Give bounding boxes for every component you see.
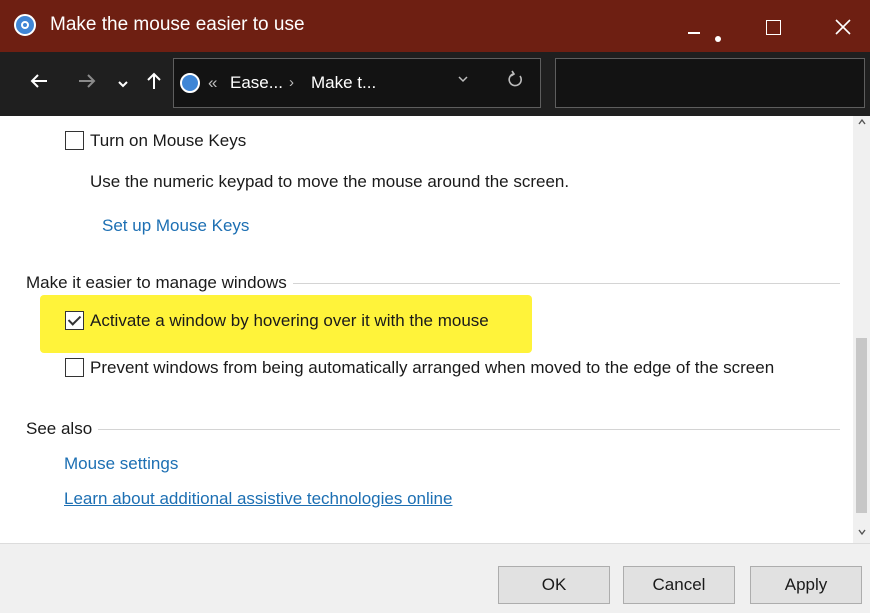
- assistive-tech-link[interactable]: Learn about additional assistive technol…: [64, 489, 452, 509]
- ease-of-access-icon: [180, 73, 200, 93]
- mouse-settings-link[interactable]: Mouse settings: [64, 454, 178, 474]
- recent-locations-button[interactable]: [112, 70, 134, 98]
- maximize-icon: [766, 20, 781, 35]
- apply-button[interactable]: Apply: [750, 566, 862, 604]
- dialog-footer: OK Cancel Apply: [0, 543, 870, 613]
- cancel-button[interactable]: Cancel: [623, 566, 735, 604]
- back-button[interactable]: [24, 70, 54, 98]
- mouse-keys-label[interactable]: Turn on Mouse Keys: [90, 131, 246, 150]
- up-arrow-icon: [147, 72, 161, 89]
- refresh-icon: [508, 70, 522, 87]
- forward-button[interactable]: [72, 70, 102, 98]
- mouse-keys-option[interactable]: Turn on Mouse Keys: [65, 131, 246, 151]
- close-button[interactable]: [806, 0, 870, 52]
- scrollbar-thumb[interactable]: [856, 338, 867, 513]
- divider: [292, 282, 840, 284]
- prevent-arrange-checkbox[interactable]: [65, 358, 84, 377]
- see-also-heading: See also: [26, 419, 840, 439]
- prevent-arrange-option[interactable]: Prevent windows from being automatically…: [65, 358, 774, 378]
- back-arrow-icon: [30, 74, 47, 88]
- search-box[interactable]: [555, 58, 865, 108]
- manage-windows-heading-text: Make it easier to manage windows: [26, 273, 287, 292]
- hover-activate-checkbox[interactable]: [65, 311, 84, 330]
- chevron-down-icon: [458, 76, 468, 83]
- maximize-button[interactable]: [736, 0, 808, 52]
- cursor-dot-icon: [715, 36, 721, 42]
- mouse-keys-checkbox[interactable]: [65, 131, 84, 150]
- breadcrumb-ease[interactable]: Ease...: [230, 73, 283, 93]
- see-also-heading-text: See also: [26, 419, 93, 438]
- ok-button[interactable]: OK: [498, 566, 610, 604]
- scroll-up-button[interactable]: [853, 116, 870, 133]
- window-title: Make the mouse easier to use: [50, 14, 305, 35]
- minimize-icon: [688, 32, 700, 34]
- up-button[interactable]: [142, 70, 166, 98]
- content-panel: Turn on Mouse Keys Use the numeric keypa…: [0, 116, 853, 543]
- refresh-button[interactable]: [506, 70, 524, 95]
- vertical-scrollbar[interactable]: [853, 116, 870, 543]
- prevent-arrange-label[interactable]: Prevent windows from being automatically…: [90, 358, 774, 377]
- hover-activate-label[interactable]: Activate a window by hovering over it wi…: [90, 311, 489, 330]
- mouse-keys-description: Use the numeric keypad to move the mouse…: [90, 172, 570, 191]
- set-up-mouse-keys-link[interactable]: Set up Mouse Keys: [102, 216, 249, 236]
- manage-windows-heading: Make it easier to manage windows: [26, 273, 840, 293]
- recent-dropdown-icon: [118, 81, 128, 88]
- breadcrumb-overflow[interactable]: «: [208, 73, 217, 93]
- scroll-down-button[interactable]: [853, 526, 870, 543]
- minimize-button[interactable]: [666, 0, 738, 52]
- close-icon: [835, 19, 851, 35]
- breadcrumb-make[interactable]: Make t...: [311, 73, 376, 93]
- chevron-down-icon: [857, 529, 866, 536]
- address-dropdown-button[interactable]: [456, 72, 470, 91]
- title-bar: Make the mouse easier to use: [0, 0, 870, 52]
- divider: [98, 428, 840, 430]
- hover-activate-option[interactable]: Activate a window by hovering over it wi…: [65, 311, 489, 331]
- chevron-up-icon: [857, 118, 866, 125]
- address-bar[interactable]: « Ease... › Make t...: [173, 58, 541, 108]
- forward-arrow-icon: [79, 74, 96, 88]
- breadcrumb-separator: ›: [289, 74, 294, 91]
- ease-of-access-icon: [14, 14, 36, 36]
